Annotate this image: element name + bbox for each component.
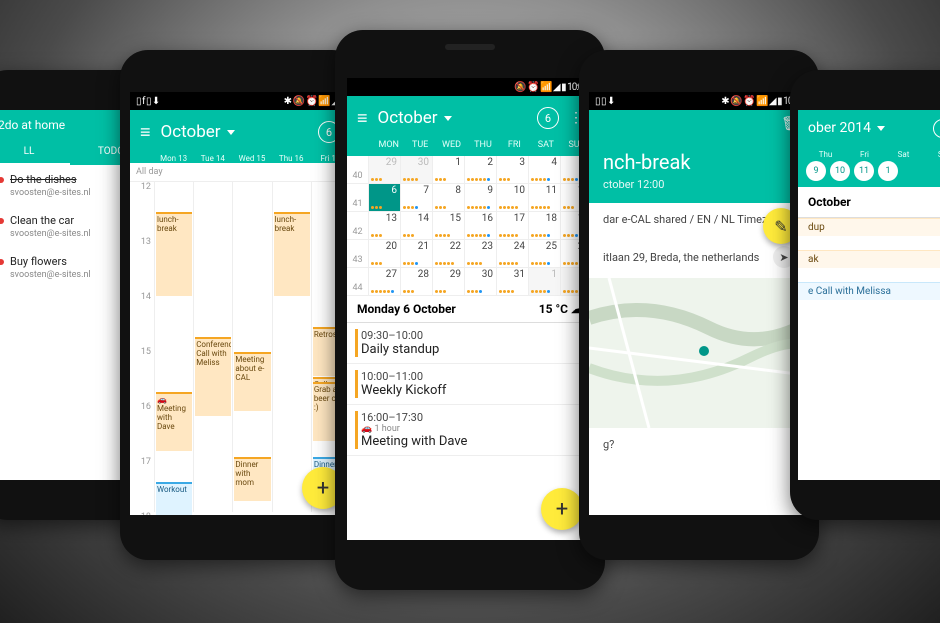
event-block[interactable]: 🚗 Meeting with Dave	[156, 392, 192, 451]
tab-all[interactable]: LL	[0, 140, 70, 165]
event-header: nch-break ctober 12:00	[589, 138, 809, 203]
event-time: ctober 12:00	[603, 178, 795, 191]
day-cell[interactable]: 1	[529, 268, 561, 296]
agenda-item[interactable]: 09:30–10:00Daily standup	[347, 323, 593, 364]
event-block[interactable]: Workout	[156, 482, 192, 515]
app-bar: ≡ October 6	[130, 110, 350, 154]
weather: 15 °C ☁	[539, 302, 583, 316]
list-event[interactable]: e Call with Melissa	[798, 282, 940, 300]
day-cell[interactable]: 23	[465, 240, 497, 268]
phone-week: ▯ f ▯ ⬇ ✱ 🔕 ⏰ 📶 ◢ ▮ ≡ October 6 Mon 13Tu…	[120, 50, 360, 560]
priority-dot	[0, 259, 4, 265]
menu-icon[interactable]: ≡	[357, 108, 368, 129]
map-pin	[699, 346, 709, 356]
day-cell[interactable]: 15	[433, 212, 465, 240]
app-bar: ober 2014 6	[798, 110, 940, 146]
todo-title: Buy flowers	[10, 255, 67, 268]
event-block[interactable]: Meeting about e-CAL	[234, 352, 270, 411]
day-chip[interactable]: 11	[854, 161, 874, 181]
chevron-down-icon	[444, 116, 452, 121]
list-event[interactable]: ak	[798, 250, 940, 268]
day-cell[interactable]: 8	[433, 184, 465, 212]
event-block[interactable]: Dinner with mom	[234, 457, 270, 501]
day-cell[interactable]: 18	[529, 212, 561, 240]
day-cell[interactable]: 16	[465, 212, 497, 240]
week-day-headers: Mon 13Tue 14Wed 15Thu 16Fri 17	[130, 154, 350, 163]
day-cell[interactable]: 25	[529, 240, 561, 268]
month-picker[interactable]: October	[378, 108, 452, 128]
list-event[interactable]: dup	[798, 218, 940, 236]
status-icons-right: 🔕 ⏰ 📶 ◢ ▮ 10:09	[514, 82, 587, 93]
day-cell[interactable]: 24	[497, 240, 529, 268]
dow-header: MONTUEWEDTHUFRISATSUN	[347, 140, 593, 154]
day-cell[interactable]: 17	[497, 212, 529, 240]
day-chip[interactable]: 10	[830, 161, 850, 181]
day-cell[interactable]: 13	[369, 212, 401, 240]
status-bar: 🔕 ⏰ 📶 ◢ ▮ 10:09	[347, 78, 593, 96]
day-cell[interactable]: 4	[529, 156, 561, 184]
chevron-down-icon	[877, 126, 885, 131]
day-cell[interactable]: 29	[369, 156, 401, 184]
day-cell[interactable]: 22	[433, 240, 465, 268]
day-cell[interactable]: 7	[401, 184, 433, 212]
day-cell[interactable]: 6	[369, 184, 401, 212]
day-cell[interactable]: 30	[401, 156, 433, 184]
month-picker[interactable]: October	[161, 122, 235, 142]
todo-title: Do the dishes	[10, 173, 77, 186]
priority-dot	[0, 177, 4, 183]
status-icons-left: ▯ f ▯ ⬇	[136, 96, 159, 107]
day-chip[interactable]: 1	[878, 161, 898, 181]
agenda-item[interactable]: 10:00–11:00Weekly Kickoff	[347, 364, 593, 405]
week-grid[interactable]: 12131415161718192021 lunch-break🚗 Meetin…	[130, 182, 350, 512]
phone-month: 🔕 ⏰ 📶 ◢ ▮ 10:09 ≡ October 6 ⋮ MONTUEWEDT…	[335, 30, 605, 590]
agenda-item[interactable]: 16:00–17:30🚗 1 hourMeeting with Dave	[347, 405, 593, 456]
todo-list-name: 2do at home	[0, 118, 65, 132]
day-cell[interactable]: 1	[433, 156, 465, 184]
going-row[interactable]: g?	[589, 428, 809, 461]
day-cell[interactable]: 28	[401, 268, 433, 296]
todo-title: Clean the car	[10, 214, 74, 227]
add-fab[interactable]: +	[541, 488, 583, 530]
event-block[interactable]: lunch-break	[274, 212, 310, 296]
menu-icon[interactable]: ≡	[140, 122, 151, 143]
status-icons-left: ▯ ▯ ⬇	[595, 96, 614, 107]
day-cell[interactable]: 21	[401, 240, 433, 268]
map[interactable]	[589, 278, 809, 428]
status-bar: ▯ f ▯ ⬇ ✱ 🔕 ⏰ 📶 ◢ ▮	[130, 92, 350, 110]
app-bar: ≡ October 6 ⋮	[347, 96, 593, 140]
phone-list: ober 2014 6 ThuFriSatSu 910111 October d…	[790, 70, 940, 520]
day-cell[interactable]: 10	[497, 184, 529, 212]
day-cell[interactable]: 30	[465, 268, 497, 296]
day-cell[interactable]: 29	[433, 268, 465, 296]
event-title: nch-break	[603, 150, 795, 174]
day-cell[interactable]: 2	[465, 156, 497, 184]
agenda-date: Monday 6 October	[357, 302, 456, 316]
section-header: October	[798, 187, 940, 218]
day-cell[interactable]: 3	[497, 156, 529, 184]
phone-event: ▯ ▯ ⬇ ✱ 🔕 ⏰ 📶 ◢ ▮ 10:22 🗑 nch-break ctob…	[579, 50, 819, 560]
today-badge[interactable]: 6	[537, 107, 559, 129]
all-day-label: All day	[130, 163, 350, 182]
day-chip[interactable]: 9	[806, 161, 826, 181]
event-block[interactable]: Conference Call with Meliss	[195, 337, 231, 416]
month-picker[interactable]: ober 2014	[808, 120, 885, 136]
day-cell[interactable]: 31	[497, 268, 529, 296]
agenda-header: Monday 6 October 15 °C ☁	[347, 296, 593, 323]
status-bar: ▯ ▯ ⬇ ✱ 🔕 ⏰ 📶 ◢ ▮ 10:22	[589, 92, 809, 110]
today-badge[interactable]: 6	[933, 119, 940, 138]
day-cell[interactable]: 27	[369, 268, 401, 296]
day-cell[interactable]: 9	[465, 184, 497, 212]
month-grid[interactable]: 4029301234541678910111242131415161718194…	[347, 156, 593, 296]
day-chips[interactable]: 910111	[798, 161, 940, 187]
day-cell[interactable]: 20	[369, 240, 401, 268]
day-cell[interactable]: 14	[401, 212, 433, 240]
event-block[interactable]: lunch-break	[156, 212, 192, 296]
day-cell[interactable]: 11	[529, 184, 561, 212]
priority-dot	[0, 218, 4, 224]
chevron-down-icon	[227, 130, 235, 135]
